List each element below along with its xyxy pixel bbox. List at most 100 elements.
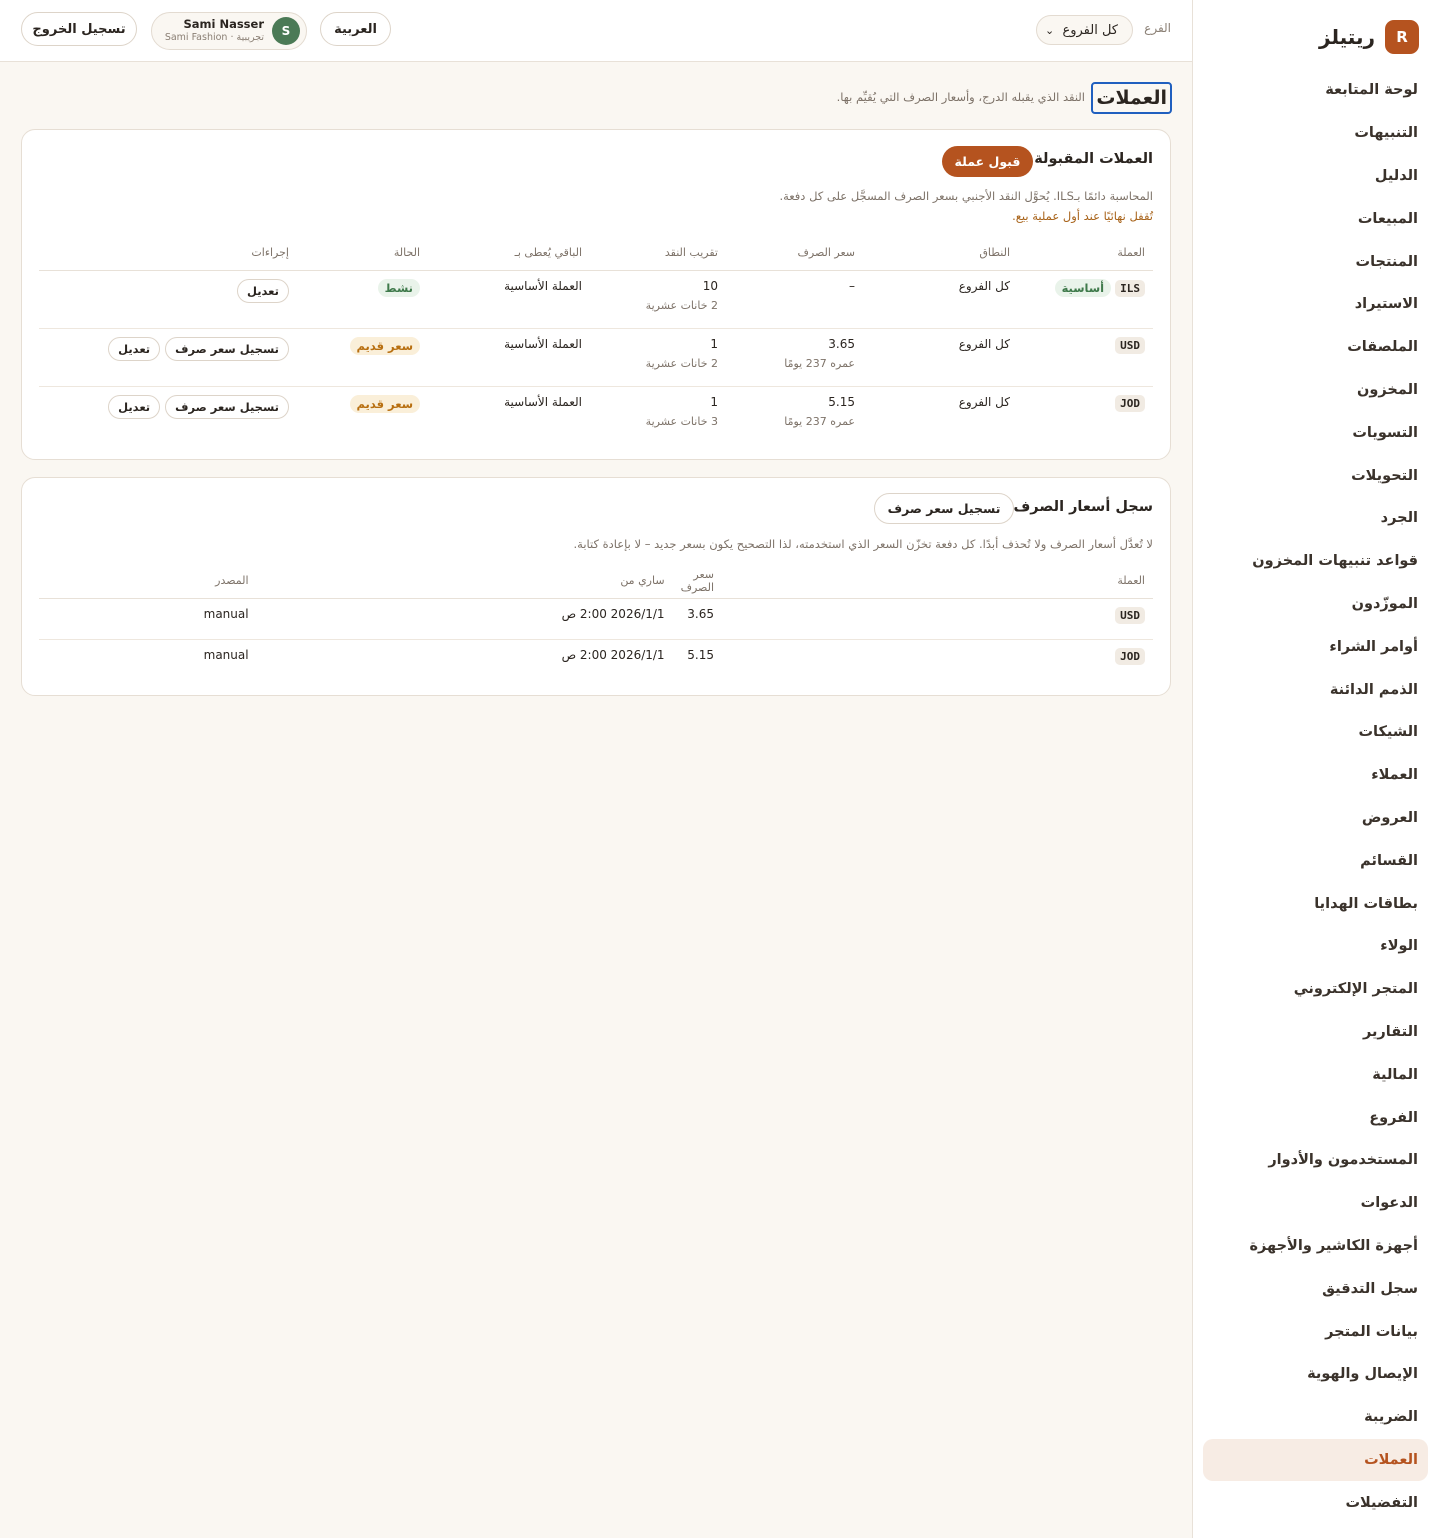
- table-row: JOD كل الفروع 5.15 عمره 237 يومًا 1 3 خانات ع…: [39, 386, 1153, 444]
- sidebar-item[interactable]: بطاقات الهدايا: [1203, 882, 1428, 925]
- sidebar-item[interactable]: المتجر الإلكتروني: [1203, 968, 1428, 1011]
- sidebar-item[interactable]: الموزّدون: [1203, 583, 1428, 626]
- sidebar-item[interactable]: لوحة المتابعة: [1203, 69, 1428, 112]
- column-header: العملة: [722, 564, 1153, 599]
- sidebar-item[interactable]: الولاء: [1203, 925, 1428, 968]
- decimals-value: 3 خانات عشرية: [645, 414, 718, 428]
- scope-cell: كل الفروع: [863, 270, 1018, 329]
- logout-button[interactable]: تسجيل الخروج: [21, 12, 137, 46]
- sidebar-item[interactable]: الاستيراد: [1203, 283, 1428, 326]
- accept-currency-button[interactable]: قبول عملة: [942, 146, 1033, 177]
- language-button[interactable]: العربية: [320, 12, 391, 46]
- edit-button[interactable]: تعديل: [108, 394, 161, 419]
- edit-button[interactable]: تعديل: [236, 278, 289, 303]
- actions-cell: تسجيل سعر صرفتعديل: [39, 328, 297, 387]
- status-badge: سعر قديم: [349, 394, 420, 413]
- rounding-cell: 1 3 خانات عشرية: [590, 386, 726, 444]
- sidebar-item[interactable]: العملاء: [1203, 754, 1428, 797]
- status-badge: سعر قديم: [349, 336, 420, 355]
- change-in-cell: العملة الأساسية: [504, 394, 582, 409]
- sidebar-item[interactable]: التحويلات: [1203, 454, 1428, 497]
- sidebar-item[interactable]: الفروع: [1203, 1096, 1428, 1139]
- top-bar: الفرع كل الفروع ⌄ العربية S Sami Nasser …: [0, 0, 1192, 62]
- column-header: العملة: [1018, 236, 1153, 271]
- currency-code: JOD: [1115, 394, 1145, 412]
- accepted-currencies-card: العملات المقبولة قبول عملة المحاسبة دائم…: [21, 129, 1171, 460]
- brand-name: ريتيلز: [1319, 25, 1375, 49]
- rate-history-table: العملة سعر الصرف ساري من المصدر USD 3.65 2026…: [39, 564, 1153, 680]
- sidebar-item[interactable]: الإيصال والهوية: [1203, 1353, 1428, 1396]
- rate-value: 3.65: [828, 336, 855, 351]
- sidebar-item[interactable]: المنتجات: [1203, 240, 1428, 283]
- sidebar-item[interactable]: الشيكات: [1203, 711, 1428, 754]
- user-org: Sami Fashion · تجريبية: [164, 32, 264, 44]
- rounding-value: 1: [710, 336, 718, 351]
- sidebar-item[interactable]: التفضيلات: [1203, 1481, 1428, 1524]
- sidebar-item[interactable]: بيانات المتجر: [1203, 1310, 1428, 1353]
- actions-cell: تعديل: [39, 270, 297, 329]
- effective-cell: 2026/1/1 2:00 ص: [256, 598, 673, 640]
- sidebar-item[interactable]: الملصقات: [1203, 326, 1428, 369]
- accounting-note: المحاسبة دائمًا بـILS. يُحوَّل النقد الأ…: [779, 189, 1153, 203]
- rate-cell: –: [726, 270, 863, 329]
- user-name: Sami Nasser: [183, 17, 264, 32]
- scope-cell: كل الفروع: [863, 328, 1018, 387]
- column-header: ساري من: [256, 564, 673, 599]
- sidebar-item[interactable]: التنبيهات: [1203, 112, 1428, 155]
- rounding-cell: 10 2 خانات عشرية: [590, 270, 726, 329]
- sidebar-item[interactable]: سجل التدقيق: [1203, 1267, 1428, 1310]
- currency-cell: JOD: [1018, 386, 1153, 444]
- edit-button[interactable]: تعديل: [108, 336, 161, 361]
- sidebar-item[interactable]: المبيعات: [1203, 197, 1428, 240]
- lock-warning: تُقفل نهائيًا عند أول عملية بيع.: [1012, 209, 1153, 223]
- base-badge: أساسية: [1054, 278, 1112, 297]
- accepted-currencies-title: العملات المقبولة: [1034, 151, 1153, 167]
- sidebar-item[interactable]: العملات: [1203, 1438, 1428, 1482]
- column-header: إجراءات: [39, 236, 297, 271]
- brand[interactable]: R ريتيلز: [1319, 20, 1419, 54]
- sidebar-item[interactable]: أجهزة الكاشير والأجهزة: [1203, 1225, 1428, 1268]
- table-row: USD 3.65 2026/1/1 2:00 ص manual: [39, 598, 1153, 640]
- currency-cell: USD: [1018, 328, 1153, 387]
- sidebar-item[interactable]: التقارير: [1203, 1011, 1428, 1054]
- column-header: المصدر: [39, 564, 257, 599]
- status-cell: نشط: [297, 270, 428, 329]
- rounding-value: 1: [710, 394, 718, 409]
- sidebar-item[interactable]: الضريبة: [1203, 1396, 1428, 1439]
- sidebar-item[interactable]: الدعوات: [1203, 1182, 1428, 1225]
- sidebar-item[interactable]: التسويات: [1203, 411, 1428, 454]
- currency-code: ILS: [1115, 279, 1145, 297]
- column-header: الباقي يُعطى بـ: [428, 236, 590, 271]
- currency-code: USD: [1115, 336, 1145, 354]
- actions-cell: تسجيل سعر صرفتعديل: [39, 386, 297, 444]
- change-in-cell: العملة الأساسية: [428, 270, 590, 329]
- log-rate-button[interactable]: تسجيل سعر صرف: [874, 493, 1014, 524]
- rate-history-title: سجل أسعار الصرف: [1013, 499, 1153, 515]
- sidebar-item[interactable]: الجرد: [1203, 497, 1428, 540]
- sidebar-item[interactable]: المالية: [1203, 1053, 1428, 1096]
- sidebar-item[interactable]: العروض: [1203, 797, 1428, 840]
- log-rate-row-button[interactable]: تسجيل سعر صرف: [165, 336, 289, 361]
- sidebar-item[interactable]: الدليل: [1203, 155, 1428, 198]
- sidebar-item[interactable]: أوامر الشراء: [1203, 625, 1428, 668]
- status-badge: نشط: [377, 278, 420, 297]
- sidebar-item[interactable]: المخزون: [1203, 369, 1428, 412]
- table-row: USD كل الفروع 3.65 عمره 237 يومًا 1 2 خانات ع…: [39, 328, 1153, 387]
- column-header: سعر الصرف: [672, 564, 722, 599]
- sidebar-item[interactable]: الذمم الدائنة: [1203, 668, 1428, 711]
- currency-code: USD: [1115, 606, 1145, 624]
- sidebar-item[interactable]: المستخدمون والأدوار: [1203, 1139, 1428, 1182]
- status-cell: سعر قديم: [297, 328, 428, 387]
- branch-select[interactable]: كل الفروع ⌄: [1036, 15, 1133, 45]
- log-rate-row-button[interactable]: تسجيل سعر صرف: [165, 394, 289, 419]
- currency-cell: ILSأساسية: [1018, 270, 1153, 329]
- rate-cell: 3.65: [672, 598, 722, 640]
- sidebar-item[interactable]: القسائم: [1203, 839, 1428, 882]
- rate-cell: 5.15 عمره 237 يومًا: [726, 386, 863, 444]
- column-header: الحالة: [297, 236, 428, 271]
- sidebar-item[interactable]: قواعد تنبيهات المخزون: [1203, 540, 1428, 583]
- brand-logo: R: [1385, 20, 1419, 54]
- column-header: النطاق: [863, 236, 1018, 271]
- rate-value: 5.15: [828, 394, 855, 409]
- user-menu[interactable]: S Sami Nasser Sami Fashion · تجريبية: [151, 12, 307, 50]
